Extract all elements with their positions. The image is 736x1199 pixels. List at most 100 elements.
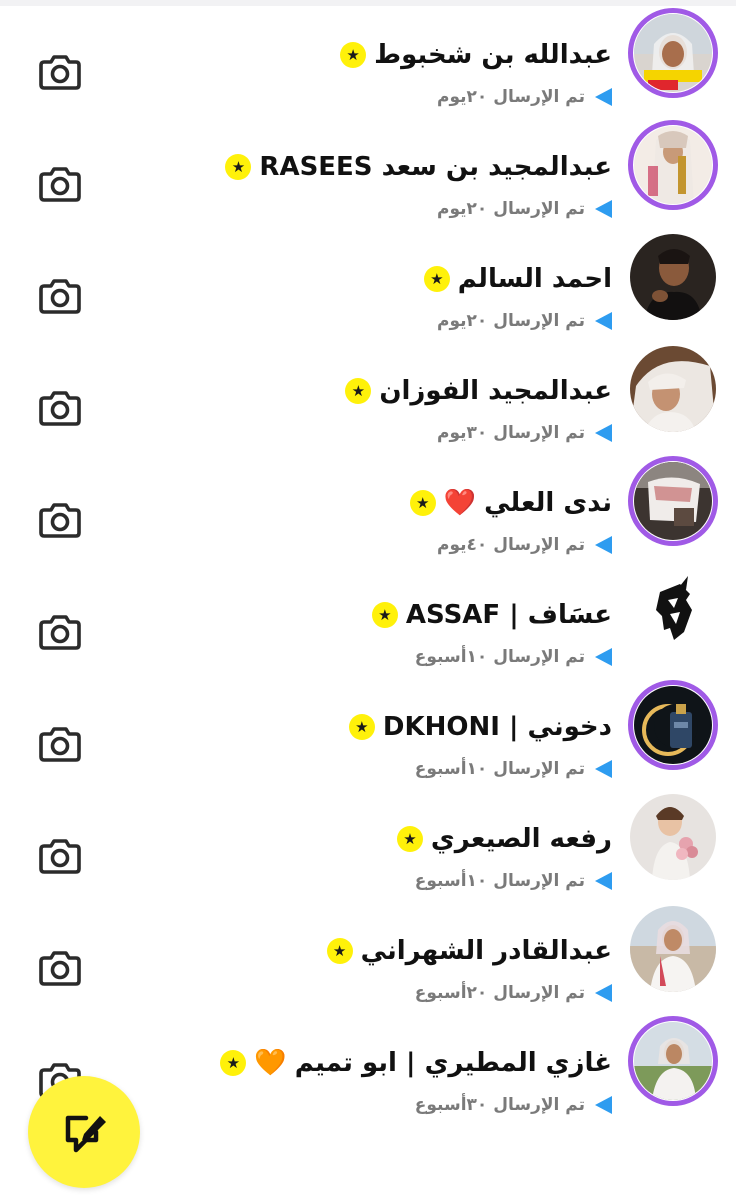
contact-name: ندى العلي bbox=[484, 488, 612, 518]
avatar-photo bbox=[630, 234, 716, 320]
contact-name: عبدالمجيد بن سعد RASEES bbox=[259, 152, 612, 182]
avatar[interactable] bbox=[628, 456, 718, 546]
status-text: تم الإرسال ٢٠يوم bbox=[437, 199, 585, 219]
avatar-photo bbox=[630, 346, 716, 432]
horse-logo bbox=[630, 570, 716, 656]
contact-name: رفعه الصيعري bbox=[430, 824, 612, 854]
avatar[interactable] bbox=[628, 8, 718, 98]
status-line: تم الإرسال ٣٠أسبوع bbox=[415, 1095, 612, 1115]
status-text: تم الإرسال ١٠أسبوع bbox=[414, 647, 585, 667]
avatar-photo bbox=[634, 126, 712, 204]
status-text: تم الإرسال ٢٠يوم bbox=[437, 87, 585, 107]
status-line: تم الإرسال ١٠أسبوع bbox=[415, 871, 612, 891]
camera-icon[interactable] bbox=[38, 276, 82, 316]
camera-icon[interactable] bbox=[38, 52, 82, 92]
camera-icon[interactable] bbox=[38, 948, 82, 988]
chat-row[interactable]: احمد السالم ★ تم الإرسال ٢٠يوم bbox=[0, 224, 736, 336]
status-text: تم الإرسال ٢٠أسبوع bbox=[414, 983, 585, 1003]
status-text: تم الإرسال ١٠أسبوع bbox=[414, 759, 585, 779]
sent-arrow-icon bbox=[595, 312, 612, 330]
contact-name: غازي المطيري | ابو تميم bbox=[294, 1048, 612, 1078]
avatar[interactable] bbox=[628, 344, 718, 434]
star-badge-icon: ★ bbox=[348, 714, 375, 740]
status-line: تم الإرسال ١٠أسبوع bbox=[415, 647, 612, 667]
status-line: تم الإرسال ٢٠أسبوع bbox=[415, 983, 612, 1003]
contact-name: عبدالقادر الشهراني bbox=[360, 936, 612, 966]
camera-icon[interactable] bbox=[38, 836, 82, 876]
name-line: عبدالمجيد الفوزان ★ bbox=[345, 376, 612, 406]
star-badge-icon: ★ bbox=[225, 154, 252, 180]
avatar-photo bbox=[630, 794, 716, 880]
new-chat-button[interactable] bbox=[28, 1076, 140, 1188]
status-text: تم الإرسال ٤٠يوم bbox=[437, 535, 585, 555]
sent-arrow-icon bbox=[595, 1096, 612, 1114]
new-chat-icon bbox=[65, 1115, 106, 1153]
chat-row[interactable]: عسَاف | ASSAF ★ تم الإرسال ١٠أسبوع bbox=[0, 560, 736, 672]
chat-row[interactable]: عبدالله بن شخبوط ★ تم الإرسال ٢٠يوم bbox=[0, 0, 736, 112]
chat-row[interactable]: ندى العلي ❤️ ★ تم الإرسال ٤٠يوم bbox=[0, 448, 736, 560]
name-line: عبدالله بن شخبوط ★ bbox=[340, 40, 612, 70]
avatar[interactable] bbox=[628, 232, 718, 322]
name-line: عبدالقادر الشهراني ★ bbox=[326, 936, 612, 966]
status-line: تم الإرسال ٢٠يوم bbox=[437, 87, 612, 107]
status-line: تم الإرسال ٣٠يوم bbox=[437, 423, 612, 443]
status-text: تم الإرسال ١٠أسبوع bbox=[414, 871, 585, 891]
status-line: تم الإرسال ٤٠يوم bbox=[437, 535, 612, 555]
camera-icon[interactable] bbox=[38, 612, 82, 652]
avatar[interactable] bbox=[628, 904, 718, 994]
camera-icon[interactable] bbox=[38, 164, 82, 204]
heart-emoji: ❤️ bbox=[443, 488, 477, 518]
name-line: عبدالمجيد بن سعد RASEES ★ bbox=[225, 152, 612, 182]
orange-heart-emoji: 🧡 bbox=[254, 1048, 287, 1078]
chat-row[interactable]: رفعه الصيعري ★ تم الإرسال ١٠أسبوع bbox=[0, 784, 736, 896]
star-badge-icon: ★ bbox=[220, 1050, 247, 1076]
chat-row[interactable]: دخوني | DKHONI ★ تم الإرسال ١٠أسبوع bbox=[0, 672, 736, 784]
avatar-photo bbox=[634, 462, 712, 540]
status-text: تم الإرسال ٣٠يوم bbox=[437, 423, 585, 443]
avatar[interactable] bbox=[628, 680, 718, 770]
sent-arrow-icon bbox=[595, 872, 612, 890]
name-line: عسَاف | ASSAF ★ bbox=[371, 600, 612, 630]
star-badge-icon: ★ bbox=[396, 826, 423, 852]
contact-name: دخوني | DKHONI bbox=[382, 712, 612, 742]
name-line: ندى العلي ❤️ ★ bbox=[409, 488, 612, 518]
status-text: تم الإرسال ٢٠يوم bbox=[437, 311, 585, 331]
status-line: تم الإرسال ٢٠يوم bbox=[437, 311, 612, 331]
camera-icon[interactable] bbox=[38, 388, 82, 428]
star-badge-icon: ★ bbox=[371, 602, 398, 628]
star-badge-icon: ★ bbox=[340, 42, 367, 68]
name-line: دخوني | DKHONI ★ bbox=[348, 712, 612, 742]
camera-icon[interactable] bbox=[38, 724, 82, 764]
status-line: تم الإرسال ٢٠يوم bbox=[437, 199, 612, 219]
contact-name: عبدالله بن شخبوط bbox=[374, 40, 612, 70]
sent-arrow-icon bbox=[595, 536, 612, 554]
star-badge-icon: ★ bbox=[409, 490, 436, 516]
avatar-photo bbox=[630, 906, 716, 992]
star-badge-icon: ★ bbox=[326, 938, 353, 964]
contact-name: احمد السالم bbox=[457, 264, 612, 294]
avatar[interactable] bbox=[628, 792, 718, 882]
sent-arrow-icon bbox=[595, 984, 612, 1002]
avatar[interactable] bbox=[628, 120, 718, 210]
name-line: رفعه الصيعري ★ bbox=[396, 824, 612, 854]
chat-row[interactable]: عبدالقادر الشهراني ★ تم الإرسال ٢٠أسبوع bbox=[0, 896, 736, 1008]
avatar[interactable] bbox=[628, 1016, 718, 1106]
avatar-photo bbox=[634, 14, 712, 92]
camera-icon[interactable] bbox=[38, 500, 82, 540]
status-text: تم الإرسال ٣٠أسبوع bbox=[414, 1095, 585, 1115]
contact-name: عبدالمجيد الفوزان bbox=[379, 376, 612, 406]
status-line: تم الإرسال ١٠أسبوع bbox=[415, 759, 612, 779]
sent-arrow-icon bbox=[595, 648, 612, 666]
star-badge-icon: ★ bbox=[345, 378, 372, 404]
chat-row[interactable]: عبدالمجيد بن سعد RASEES ★ تم الإرسال ٢٠ي… bbox=[0, 112, 736, 224]
star-badge-icon: ★ bbox=[423, 266, 450, 292]
sent-arrow-icon bbox=[595, 88, 612, 106]
name-line: احمد السالم ★ bbox=[423, 264, 612, 294]
contact-name: عسَاف | ASSAF bbox=[405, 600, 612, 630]
chat-list-screen: عبدالله بن شخبوط ★ تم الإرسال ٢٠يوم عبدا… bbox=[0, 0, 736, 1199]
chat-row[interactable]: عبدالمجيد الفوزان ★ تم الإرسال ٣٠يوم bbox=[0, 336, 736, 448]
avatar[interactable] bbox=[628, 568, 718, 658]
name-line: غازي المطيري | ابو تميم 🧡 ★ bbox=[220, 1048, 612, 1078]
sent-arrow-icon bbox=[595, 200, 612, 218]
sent-arrow-icon bbox=[595, 424, 612, 442]
